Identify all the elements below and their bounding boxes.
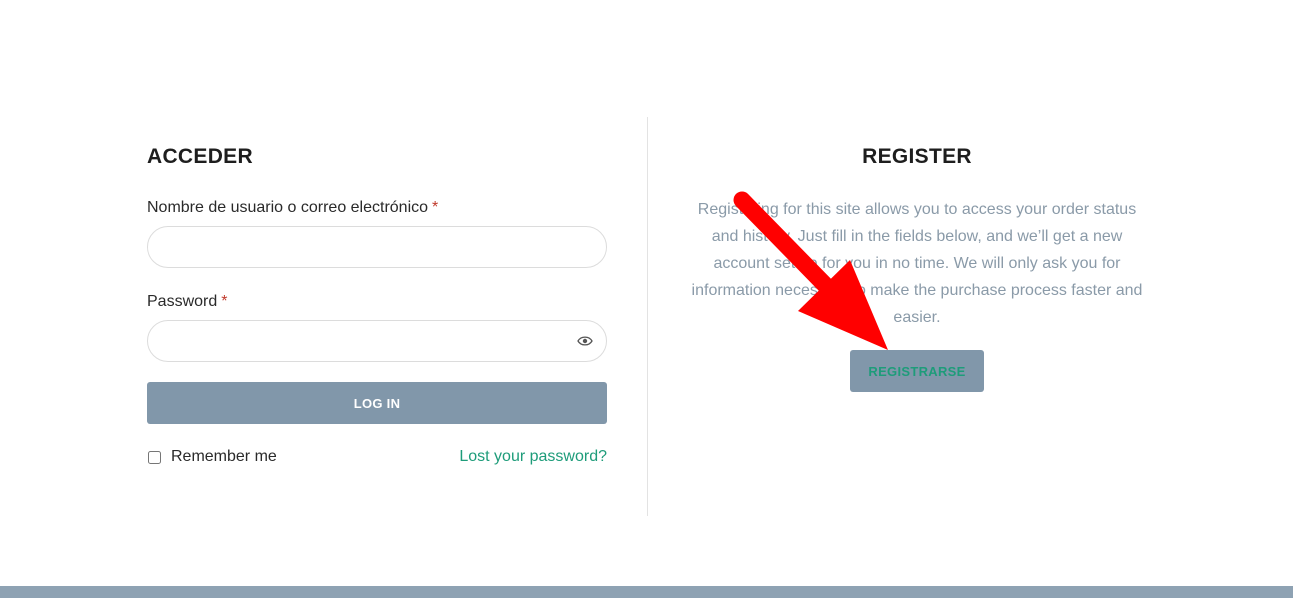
- remember-label: Remember me: [171, 448, 277, 465]
- username-label-text: Nombre de usuario o correo electrónico: [147, 199, 429, 216]
- username-input[interactable]: [147, 226, 607, 268]
- register-section: REGISTER Registering for this site allow…: [687, 145, 1147, 392]
- lost-password-link[interactable]: Lost your password?: [459, 448, 607, 466]
- username-label: Nombre de usuario o correo electrónico *: [147, 198, 438, 218]
- required-mark: *: [221, 293, 228, 310]
- red-arrow-icon: [733, 191, 888, 350]
- column-divider: [647, 117, 648, 516]
- password-label-text: Password: [147, 293, 218, 310]
- login-section: ACCEDER Nombre de usuario o correo elect…: [147, 145, 607, 465]
- password-label: Password *: [147, 292, 227, 312]
- register-title: REGISTER: [862, 145, 972, 168]
- page: ACCEDER Nombre de usuario o correo elect…: [0, 0, 1293, 598]
- footer-bar: [0, 586, 1293, 598]
- required-mark: *: [432, 199, 439, 216]
- remember-checkbox[interactable]: [148, 450, 161, 464]
- remember-me[interactable]: Remember me: [147, 448, 277, 466]
- login-title: ACCEDER: [147, 145, 253, 168]
- eye-icon[interactable]: [575, 331, 595, 351]
- password-input[interactable]: [147, 320, 607, 362]
- login-button[interactable]: LOG IN: [147, 382, 607, 424]
